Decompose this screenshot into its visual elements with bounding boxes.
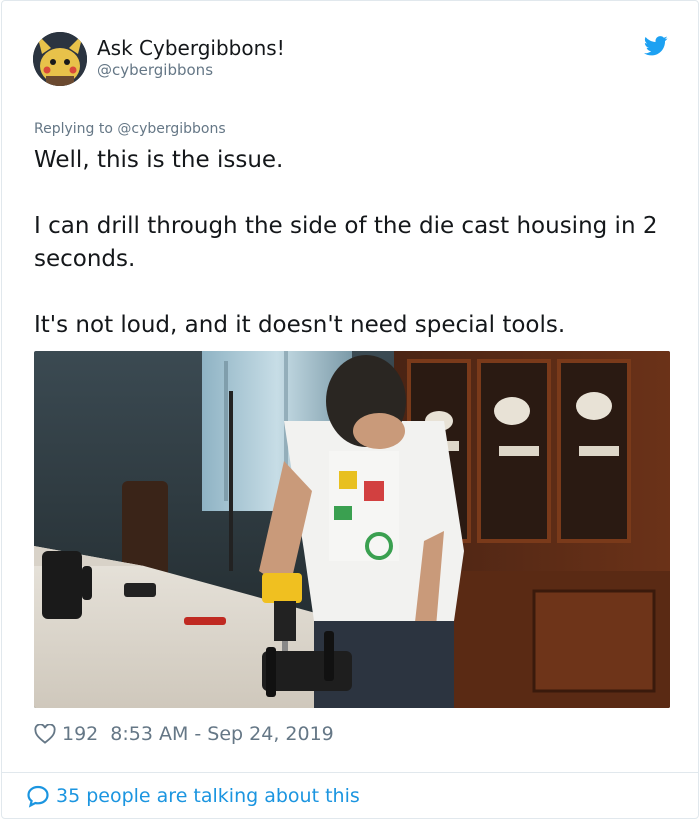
avatar[interactable] xyxy=(33,32,87,86)
conversation-link[interactable]: 35 people are talking about this xyxy=(26,783,360,809)
replying-to-mention[interactable]: @cybergibbons xyxy=(117,121,225,137)
conversation-text[interactable]: 35 people are talking about this xyxy=(56,783,360,809)
tweet-timestamp[interactable]: 8:53 AM - Sep 24, 2019 xyxy=(110,721,334,747)
twitter-bird-icon[interactable] xyxy=(644,36,668,56)
tweet-header: Ask Cybergibbons! @cybergibbons xyxy=(33,32,668,88)
tweet-paragraph: It's not loud, and it doesn't need speci… xyxy=(34,312,566,338)
divider xyxy=(2,772,698,773)
tweet-paragraph: Well, this is the issue. xyxy=(34,147,284,173)
author-block: Ask Cybergibbons! @cybergibbons xyxy=(97,36,285,80)
author-handle[interactable]: @cybergibbons xyxy=(97,60,285,80)
tweet-photo[interactable] xyxy=(34,351,670,708)
tweet-text: Well, this is the issue. I can drill thr… xyxy=(34,144,674,342)
tweet-meta: 192 8:53 AM - Sep 24, 2019 xyxy=(34,721,334,747)
heart-icon[interactable] xyxy=(34,724,56,744)
tweet-card: Ask Cybergibbons! @cybergibbons Replying… xyxy=(1,0,699,819)
speech-bubble-icon xyxy=(27,785,49,808)
tweet-paragraph: I can drill through the side of the die … xyxy=(34,213,658,272)
like-count[interactable]: 192 xyxy=(62,721,98,747)
replying-to: Replying to @cybergibbons xyxy=(34,121,226,137)
author-display-name[interactable]: Ask Cybergibbons! xyxy=(97,36,285,60)
replying-to-label: Replying to xyxy=(34,121,113,137)
